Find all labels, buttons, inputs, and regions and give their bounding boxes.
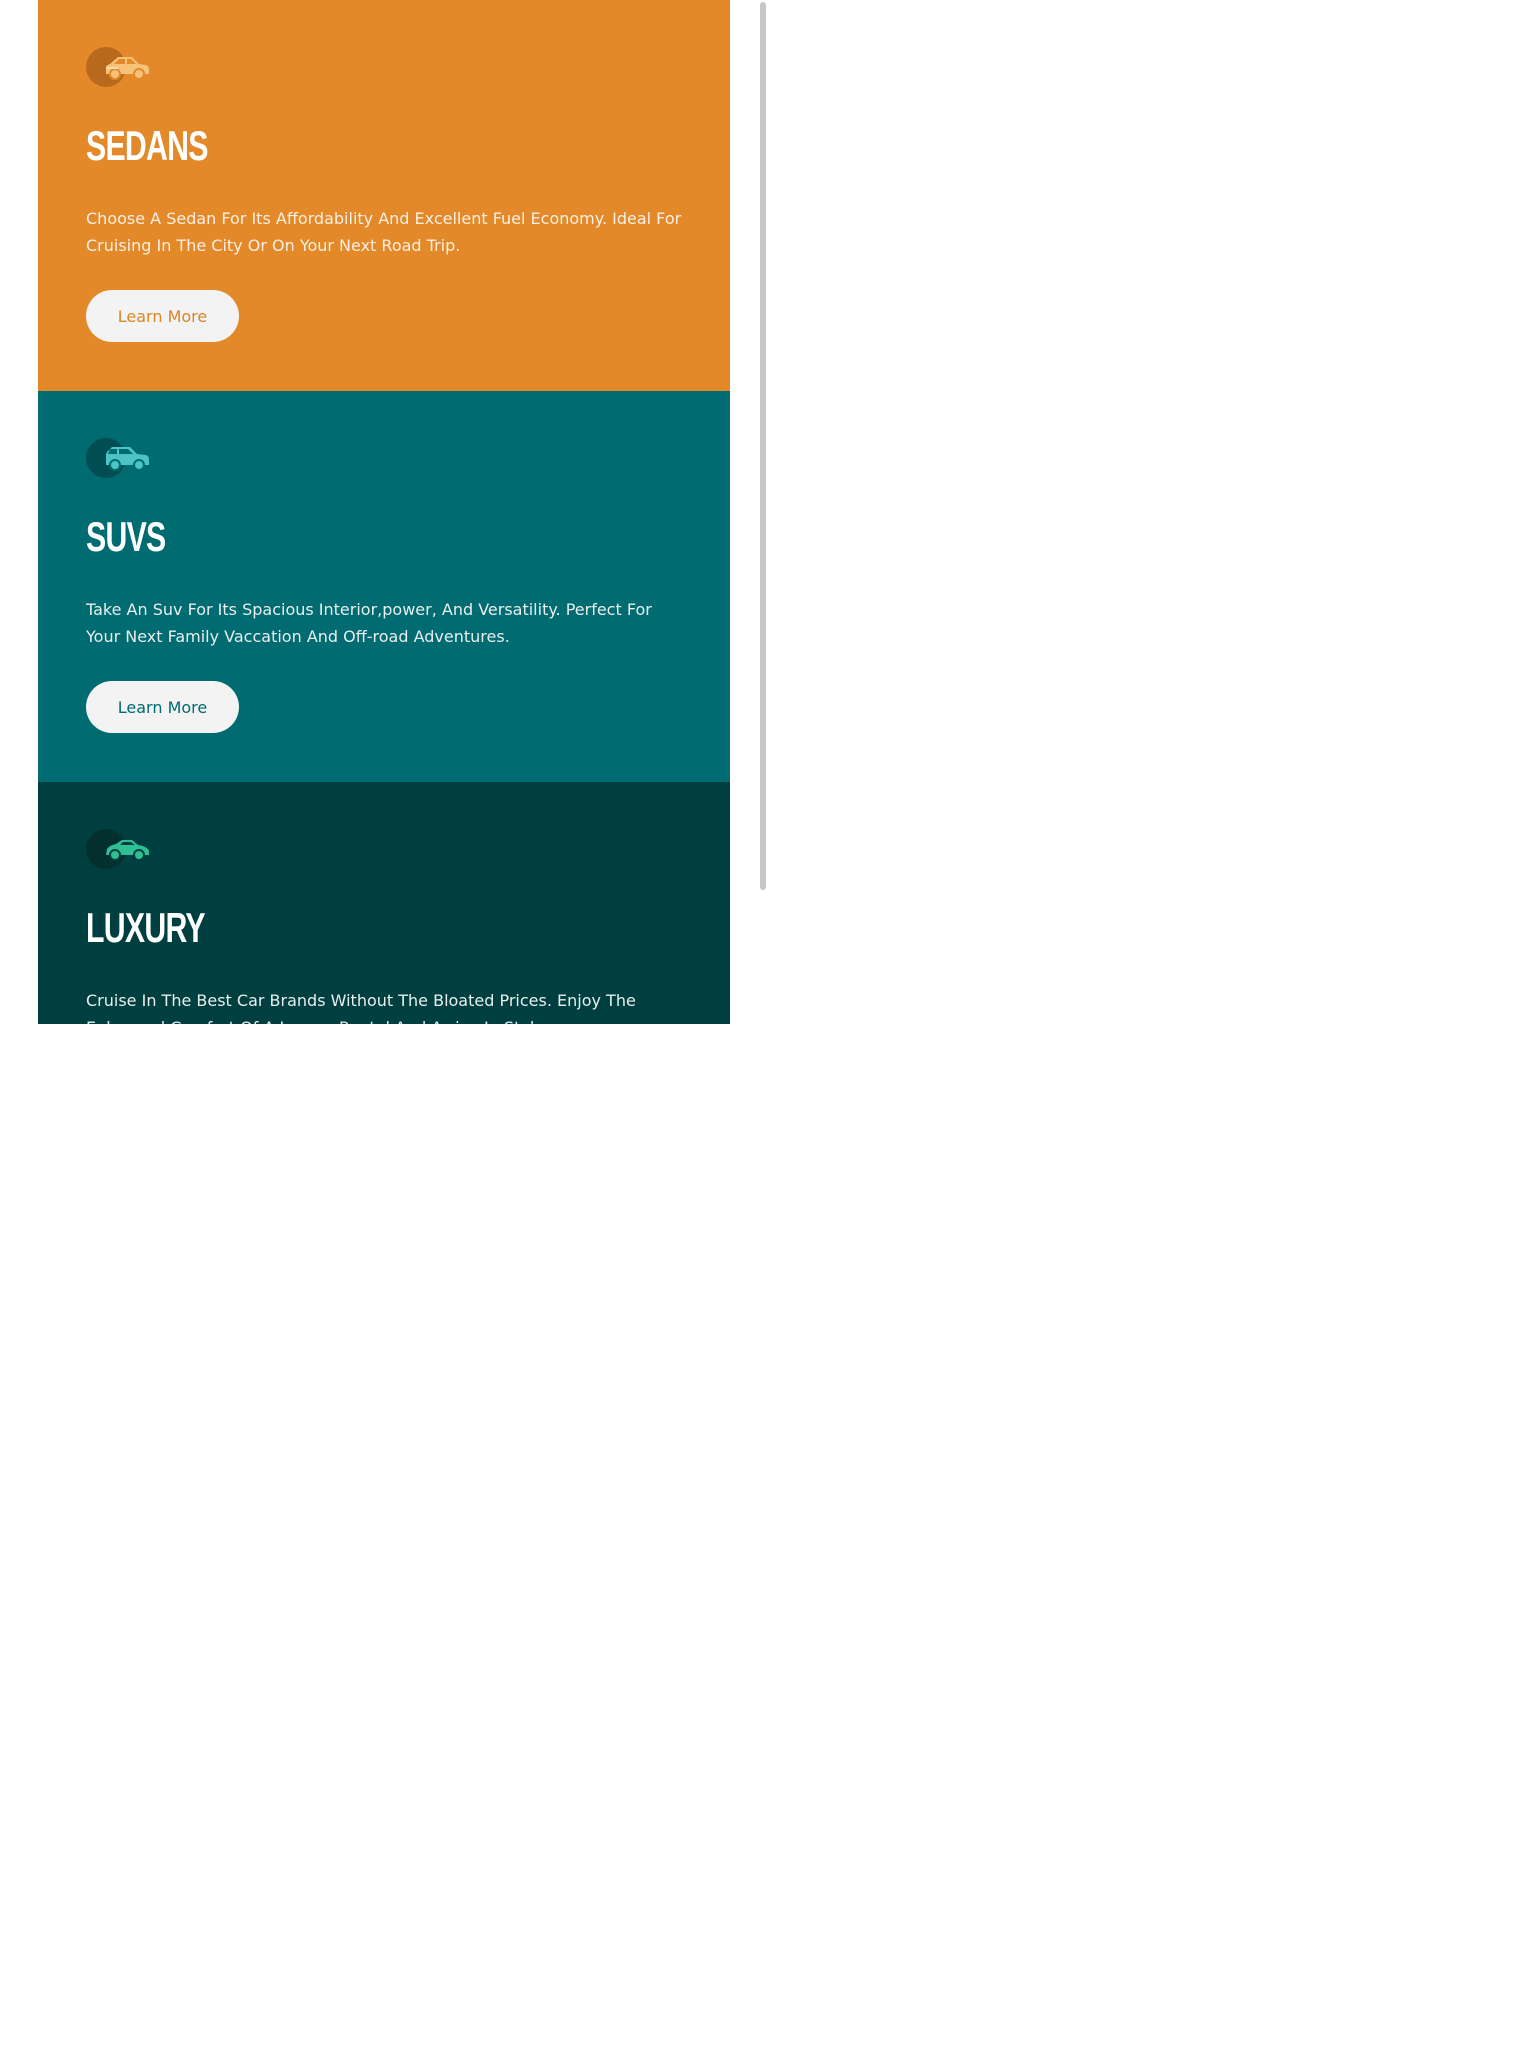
learn-more-button[interactable]: Learn More xyxy=(86,681,239,733)
card-description: Choose A Sedan For Its Affordability And… xyxy=(86,209,682,255)
scrollbar[interactable] xyxy=(758,0,768,892)
card-luxury: LUXURY Cruise In The Best Car Brands Wit… xyxy=(38,782,730,1024)
page-viewport: SEDANS Choose A Sedan For Its Affordabil… xyxy=(0,0,1536,2048)
luxury-car-icon-shape xyxy=(106,840,149,861)
scrollbar-thumb[interactable] xyxy=(760,2,766,890)
learn-more-button[interactable]: Learn More xyxy=(86,290,239,342)
card-description: Take An Suv For Its Spacious Interior,po… xyxy=(86,600,652,646)
suv-car-icon-shape xyxy=(106,447,149,471)
sedan-car-icon-shape xyxy=(106,57,149,80)
suv-car-icon xyxy=(86,438,156,480)
card-title: SUVS xyxy=(86,513,166,560)
card-title: LUXURY xyxy=(86,904,206,951)
card-sedans: SEDANS Choose A Sedan For Its Affordabil… xyxy=(38,0,730,391)
card-suvs: SUVS Take An Suv For Its Spacious Interi… xyxy=(38,391,730,782)
car-categories-section: SEDANS Choose A Sedan For Its Affordabil… xyxy=(38,0,730,1024)
luxury-car-icon xyxy=(86,829,156,871)
card-title: SEDANS xyxy=(86,122,208,169)
card-description: Cruise In The Best Car Brands Without Th… xyxy=(86,991,636,1024)
sedan-car-icon xyxy=(86,47,156,89)
